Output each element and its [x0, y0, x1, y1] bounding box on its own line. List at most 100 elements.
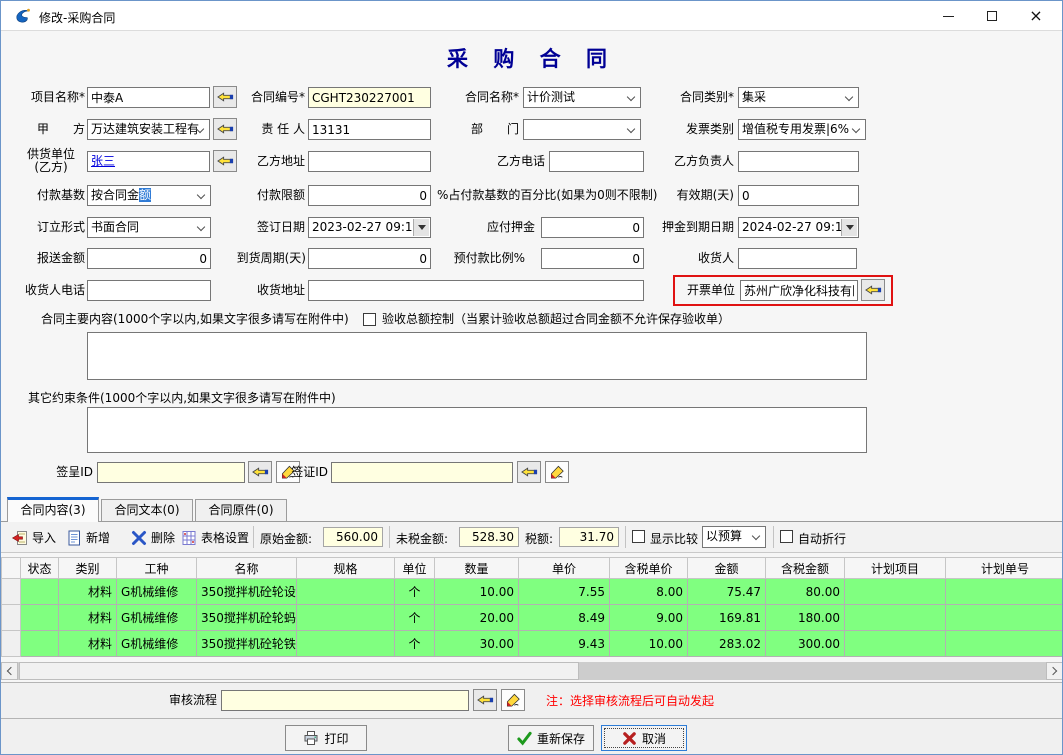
cell-plan-project[interactable]	[845, 631, 946, 657]
compare-mode-combo[interactable]: 以预算	[702, 526, 766, 548]
cell-qty[interactable]: 10.00	[435, 579, 519, 605]
cell-worktype[interactable]: G机械维修	[117, 631, 197, 657]
report-amount-input[interactable]	[87, 248, 211, 269]
add-button[interactable]: 新增	[63, 526, 113, 549]
cell-worktype[interactable]: G机械维修	[117, 579, 197, 605]
import-button[interactable]: 导入	[9, 526, 59, 549]
row-selector[interactable]	[2, 605, 21, 631]
project-name-input[interactable]	[87, 87, 210, 108]
department-combo[interactable]	[523, 119, 641, 140]
cell-taxed-amount[interactable]: 300.00	[766, 631, 845, 657]
qianzheng-picker-button[interactable]	[517, 461, 541, 483]
cell-amount[interactable]: 283.02	[688, 631, 766, 657]
cell-amount[interactable]: 169.81	[688, 605, 766, 631]
cell-price[interactable]: 8.49	[519, 605, 610, 631]
party-a-combo[interactable]: 万达建筑安装工程有	[87, 119, 210, 140]
approval-flow-picker-button[interactable]	[473, 689, 497, 711]
cell-plan-project[interactable]	[845, 579, 946, 605]
cell-unit[interactable]: 个	[395, 579, 435, 605]
prepay-pct-input[interactable]	[541, 248, 644, 269]
dropdown-arrow-icon[interactable]	[413, 219, 429, 236]
cell-unit[interactable]: 个	[395, 605, 435, 631]
cell-status[interactable]	[21, 579, 59, 605]
cell-price[interactable]: 9.43	[519, 631, 610, 657]
invoice-unit-input[interactable]	[740, 280, 858, 301]
responsible-input[interactable]	[308, 119, 431, 140]
qianzheng-edit-button[interactable]	[545, 461, 569, 483]
party-a-picker-button[interactable]	[213, 118, 237, 140]
cell-spec[interactable]	[297, 631, 395, 657]
maximize-button[interactable]	[970, 1, 1014, 31]
contract-no-input[interactable]	[308, 87, 431, 108]
invoice-type-combo[interactable]: 增值税专用发票|6%	[738, 119, 866, 140]
cell-name[interactable]: 350搅拌机砼轮设	[197, 579, 297, 605]
contract-type-combo[interactable]: 集采	[738, 87, 859, 108]
cell-taxed-price[interactable]: 8.00	[610, 579, 688, 605]
row-selector[interactable]	[2, 579, 21, 605]
delete-button[interactable]: 删除	[128, 526, 178, 549]
cell-spec[interactable]	[297, 579, 395, 605]
cell-name[interactable]: 350搅拌机砼轮铁	[197, 631, 297, 657]
contract-name-combo[interactable]: 计价测试	[523, 87, 641, 108]
cell-worktype[interactable]: G机械维修	[117, 605, 197, 631]
sign-form-combo[interactable]: 书面合同	[87, 217, 211, 238]
delivery-cycle-input[interactable]	[308, 248, 431, 269]
cell-plan-no[interactable]	[946, 579, 1063, 605]
cell-category[interactable]: 材料	[59, 579, 117, 605]
pay-limit-input[interactable]	[308, 185, 431, 206]
show-compare-checkbox[interactable]	[632, 530, 645, 543]
pay-base-combo[interactable]: 按合同金额	[87, 185, 211, 206]
approval-flow-edit-button[interactable]	[501, 689, 525, 711]
dropdown-arrow-icon[interactable]	[841, 219, 857, 236]
tab-contract-text[interactable]: 合同文本(0)	[101, 499, 193, 521]
project-picker-button[interactable]	[213, 86, 237, 108]
cell-spec[interactable]	[297, 605, 395, 631]
approval-flow-input[interactable]	[221, 690, 469, 711]
party-b-phone-input[interactable]	[549, 151, 644, 172]
cell-taxed-amount[interactable]: 80.00	[766, 579, 845, 605]
cell-taxed-price[interactable]: 10.00	[610, 631, 688, 657]
sign-date-picker[interactable]: 2023-02-27 09:15:	[308, 217, 431, 238]
horizontal-scrollbar[interactable]	[1, 662, 1063, 680]
resave-button[interactable]: 重新保存	[508, 725, 594, 751]
cell-amount[interactable]: 75.47	[688, 579, 766, 605]
cell-status[interactable]	[21, 631, 59, 657]
print-button[interactable]: 打印	[285, 725, 367, 751]
cell-name[interactable]: 350搅拌机砼轮蚂	[197, 605, 297, 631]
cell-qty[interactable]: 30.00	[435, 631, 519, 657]
invoice-unit-picker-button[interactable]	[861, 279, 885, 301]
cell-plan-no[interactable]	[946, 631, 1063, 657]
grid-settings-button[interactable]: 表格设置	[178, 526, 252, 549]
deposit-input[interactable]	[541, 217, 644, 238]
valid-days-input[interactable]	[738, 185, 859, 206]
cell-category[interactable]: 材料	[59, 605, 117, 631]
cell-category[interactable]: 材料	[59, 631, 117, 657]
party-b-manager-input[interactable]	[738, 151, 859, 172]
cell-taxed-price[interactable]: 9.00	[610, 605, 688, 631]
row-selector[interactable]	[2, 631, 21, 657]
tab-contract-content[interactable]: 合同内容(3)	[7, 497, 99, 522]
cell-price[interactable]: 7.55	[519, 579, 610, 605]
supplier-input[interactable]: 张三	[87, 151, 210, 172]
tab-contract-original[interactable]: 合同原件(0)	[195, 499, 287, 521]
auto-wrap-checkbox[interactable]	[780, 530, 793, 543]
cancel-button[interactable]: 取消	[601, 725, 687, 751]
qiancheng-id-input[interactable]	[97, 462, 245, 483]
deposit-due-picker[interactable]: 2024-02-27 09:15:	[738, 217, 859, 238]
cell-unit[interactable]: 个	[395, 631, 435, 657]
cell-plan-project[interactable]	[845, 605, 946, 631]
cell-qty[interactable]: 20.00	[435, 605, 519, 631]
supplier-link[interactable]: 张三	[91, 154, 115, 168]
qianzheng-id-input[interactable]	[331, 462, 513, 483]
consignee-phone-input[interactable]	[87, 280, 211, 301]
other-terms-textarea[interactable]	[87, 407, 867, 453]
scrollbar-thumb[interactable]	[19, 662, 579, 680]
main-content-textarea[interactable]	[87, 332, 867, 380]
scroll-left-button[interactable]	[1, 662, 18, 680]
cell-taxed-amount[interactable]: 180.00	[766, 605, 845, 631]
minimize-button[interactable]	[926, 1, 970, 31]
party-b-address-input[interactable]	[308, 151, 431, 172]
close-button[interactable]: ×	[1014, 1, 1058, 31]
consignee-input[interactable]	[738, 248, 857, 269]
delivery-address-input[interactable]	[308, 280, 644, 301]
